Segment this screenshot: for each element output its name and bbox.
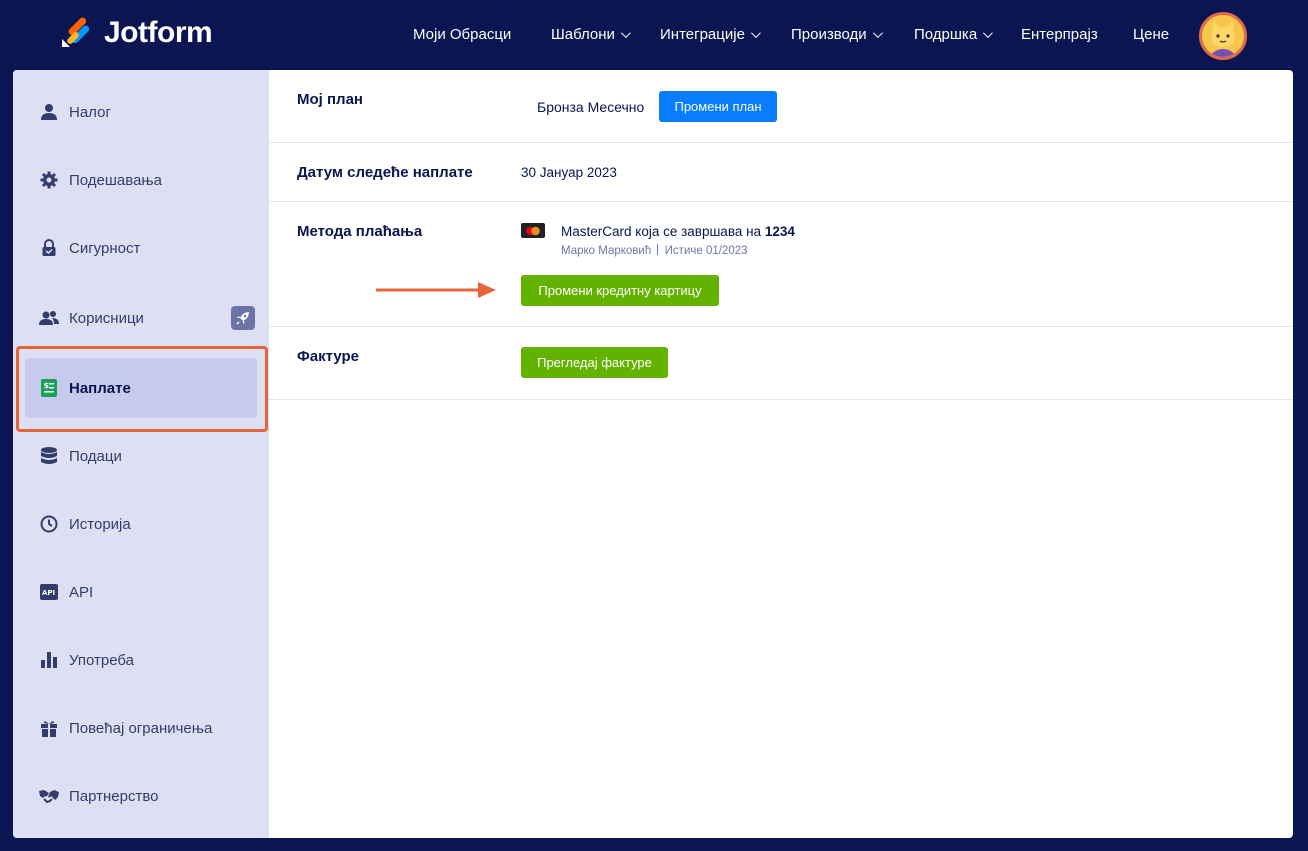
highlight-frame <box>16 346 268 432</box>
sidebar-item-label: Подаци <box>69 447 122 465</box>
lock-icon <box>39 238 59 258</box>
sidebar-item-account[interactable]: Налог <box>25 82 257 142</box>
sidebar-item-partnership[interactable]: Партнерство <box>25 766 257 826</box>
nav-label: Интеграције <box>660 26 745 43</box>
nav-label: Моји Обрасци <box>413 26 512 43</box>
divider <box>657 244 659 255</box>
sidebar-item-label: Корисници <box>69 309 144 327</box>
database-icon <box>39 446 59 466</box>
nav-products[interactable]: Производи <box>791 26 883 43</box>
card-expiry: Истиче 01/2023 <box>664 245 748 257</box>
sidebar-item-label: Сигурност <box>69 239 141 257</box>
top-navigation-bar: Jotform Моји Обрасци Шаблони Интеграције… <box>0 0 1308 70</box>
payment-method-title: Метода плаћања <box>297 223 423 240</box>
next-charge-title: Датум следеће наплате <box>297 164 473 181</box>
plan-value: Бронза Месечно <box>537 99 645 115</box>
brand-name: Jotform <box>104 16 213 49</box>
sidebar-item-data[interactable]: Подаци <box>25 426 257 486</box>
sidebar-item-users[interactable]: Корисници <box>25 288 257 348</box>
pointer-arrow-icon <box>376 282 496 298</box>
nav-label: Ентерпрајз <box>1021 26 1098 43</box>
bar-chart-icon <box>39 650 59 670</box>
api-icon: API <box>39 582 59 602</box>
nav-support[interactable]: Подршка <box>914 26 994 43</box>
chevron-down-icon <box>620 28 631 39</box>
next-charge-date: 30 Јануар 2023 <box>521 165 617 180</box>
sidebar-item-label: Налог <box>69 103 111 121</box>
sidebar-item-increase-limits[interactable]: Повећај ограничења <box>25 698 257 758</box>
gear-icon <box>39 170 59 190</box>
user-avatar[interactable] <box>1199 12 1247 60</box>
nav-enterprise[interactable]: Ентерпрајз <box>1021 26 1098 43</box>
card-holder: Марко Марковић <box>561 245 652 257</box>
sidebar-item-label: Подешавања <box>69 171 162 189</box>
sidebar-item-label: Историја <box>69 515 131 533</box>
card-description: MasterCard која се завршава на 1234 <box>561 224 795 239</box>
card-text: MasterCard која се завршава на <box>561 224 765 239</box>
sidebar-item-label: API <box>69 583 94 601</box>
sidebar-item-label: Употреба <box>69 651 134 669</box>
sidebar-item-label: Партнерство <box>69 787 159 805</box>
main-panel: Налог Подешавања Сигурност Корисници $ Н… <box>13 70 1293 838</box>
sidebar-item-usage[interactable]: Употреба <box>25 630 257 690</box>
sidebar-item-label: Повећај ограничења <box>69 719 213 737</box>
rocket-icon <box>231 306 255 330</box>
billing-content: Мој план Бронза Месечно Промени план Дат… <box>269 70 1293 838</box>
change-credit-card-button[interactable]: Промени кредитну картицу <box>521 275 719 306</box>
svg-text:API: API <box>42 589 55 597</box>
chevron-down-icon <box>750 28 761 39</box>
nav-label: Производи <box>791 26 867 43</box>
mastercard-icon <box>521 223 545 238</box>
handshake-icon <box>39 786 59 806</box>
nav-label: Шаблони <box>551 26 615 43</box>
nav-templates[interactable]: Шаблони <box>551 26 631 43</box>
chevron-down-icon <box>983 28 994 39</box>
plan-title: Мој план <box>297 91 363 108</box>
view-invoices-button[interactable]: Прегледај фактуре <box>521 347 668 378</box>
jotform-logo[interactable]: Jotform <box>60 16 213 50</box>
card-meta: Марко Марковић Истиче 01/2023 <box>561 244 748 257</box>
user-icon <box>39 102 59 122</box>
card-last4: 1234 <box>764 224 795 239</box>
chevron-down-icon <box>872 28 883 39</box>
nav-label: Цене <box>1133 26 1170 43</box>
gift-icon <box>39 718 59 738</box>
history-icon <box>39 514 59 534</box>
payment-method-row: Метода плаћања MasterCard која се заврша… <box>269 202 1293 327</box>
nav-my-forms[interactable]: Моји Обрасци <box>413 26 511 43</box>
nav-pricing[interactable]: Цене <box>1133 26 1169 43</box>
sidebar-item-settings[interactable]: Подешавања <box>25 150 257 210</box>
users-icon <box>39 308 59 328</box>
jotform-logo-icon <box>60 17 92 49</box>
nav-label: Подршка <box>914 26 978 43</box>
invoices-row: Фактуре Прегледај фактуре <box>269 327 1293 400</box>
sidebar-item-security[interactable]: Сигурност <box>25 218 257 278</box>
invoices-title: Фактуре <box>297 348 360 365</box>
sidebar: Налог Подешавања Сигурност Корисници $ Н… <box>13 70 269 838</box>
sidebar-item-history[interactable]: Историја <box>25 494 257 554</box>
sidebar-item-api[interactable]: API API <box>25 562 257 622</box>
change-plan-button[interactable]: Промени план <box>659 91 777 122</box>
plan-row: Мој план Бронза Месечно Промени план <box>269 70 1293 143</box>
next-charge-row: Датум следеће наплате 30 Јануар 2023 <box>269 143 1293 202</box>
nav-integrations[interactable]: Интеграције <box>660 26 761 43</box>
